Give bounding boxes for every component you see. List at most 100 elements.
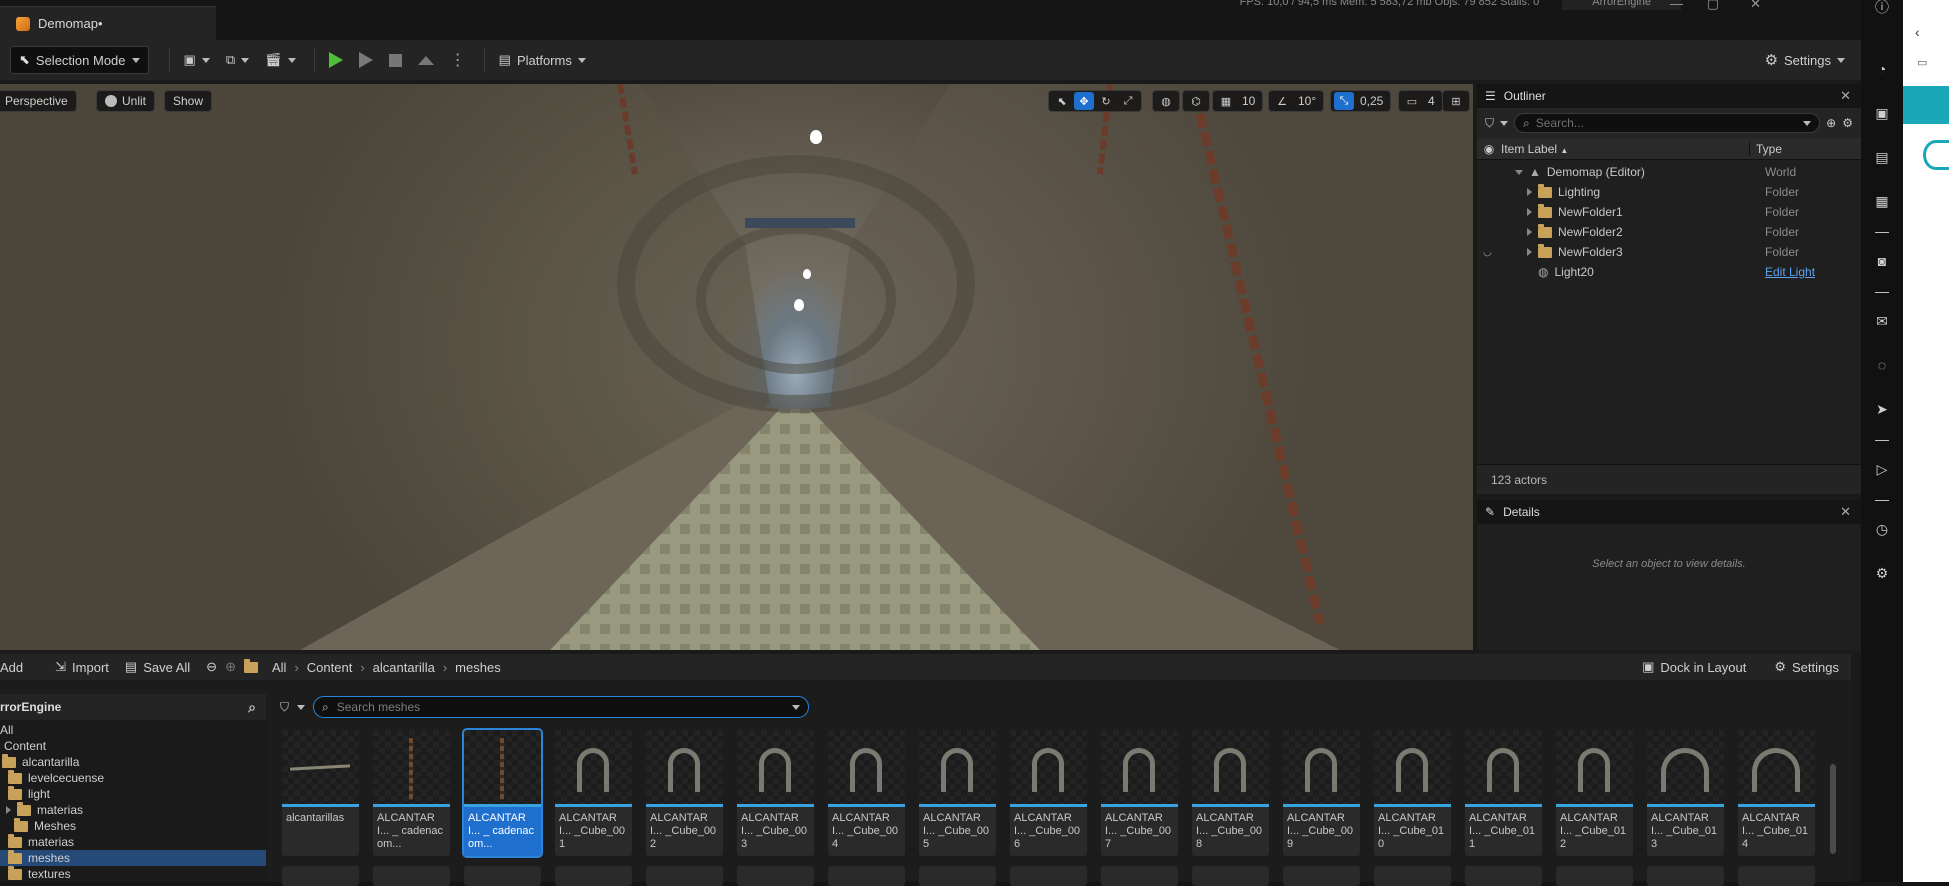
type-column[interactable]: Type	[1749, 141, 1782, 156]
platforms-dropdown[interactable]: ▤ Platforms	[491, 46, 594, 74]
expand-arrow-icon[interactable]	[1527, 248, 1532, 256]
details-tab[interactable]: ✎ Details ✕	[1477, 500, 1861, 524]
eject-button[interactable]	[410, 46, 442, 74]
asset-tile[interactable]: ALCANTARI... _Cube_004	[828, 730, 905, 856]
gear-icon[interactable]: ⚙	[1873, 564, 1891, 582]
asset-tile[interactable]: ALCANTARI... _Cube_008	[1192, 730, 1269, 856]
asset-search-input[interactable]: ⌕ Search meshes	[313, 696, 810, 718]
asset-tile[interactable]	[1556, 866, 1633, 886]
globe-icon[interactable]: ◍	[1156, 92, 1176, 110]
asset-tile[interactable]	[555, 866, 632, 886]
toolbar-settings-button[interactable]: ⚙ Settings	[1757, 46, 1853, 74]
play-options-button[interactable]: ⋮	[442, 46, 474, 74]
tree-item-alcantarilla[interactable]: alcantarilla	[0, 753, 266, 770]
surface-snap-icon[interactable]: ⌬	[1186, 92, 1206, 110]
asset-tile[interactable]	[737, 866, 814, 886]
asset-tile[interactable]: ALCANTARI... _Cube_009	[1283, 730, 1360, 856]
import-button[interactable]: ⇲ Import	[47, 659, 117, 675]
asset-tile[interactable]	[1465, 866, 1542, 886]
light-sprite-icon[interactable]	[803, 269, 811, 279]
blueprints-button[interactable]: ⧉	[218, 46, 257, 74]
asset-tile[interactable]	[828, 866, 905, 886]
expand-arrow-icon[interactable]	[6, 806, 11, 814]
asset-tile[interactable]: ALCANTARI... _Cube_010	[1374, 730, 1451, 856]
tree-item-materias-2[interactable]: materias	[0, 833, 266, 850]
advance-frame-button[interactable]	[351, 46, 381, 74]
tree-item-all[interactable]: All	[0, 722, 266, 738]
info-icon[interactable]: ⓘ	[1873, 0, 1891, 16]
asset-tile[interactable]: ALCANTARI... _Cube_007	[1101, 730, 1178, 856]
stop-button[interactable]	[381, 46, 410, 74]
asset-tile[interactable]: ALCANTARI... _Cube_006	[1010, 730, 1087, 856]
asset-tile[interactable]: ALCANTARI... _Cube_014	[1738, 730, 1815, 856]
outliner-row-newfolder1[interactable]: NewFolder1 Folder	[1477, 202, 1861, 222]
box-icon[interactable]: ▦	[1873, 192, 1891, 210]
light-sprite-icon[interactable]	[810, 130, 822, 144]
messenger-icon[interactable]: ✉	[1873, 312, 1891, 330]
tree-item-materias[interactable]: materias	[0, 801, 266, 818]
filter-icon[interactable]: ⛉	[280, 700, 289, 715]
outliner-search-input[interactable]: ⌕ Search...	[1514, 113, 1821, 133]
breadcrumb-all[interactable]: All	[272, 660, 286, 675]
chevron-down-icon[interactable]	[1500, 120, 1509, 126]
save-all-button[interactable]: ▤ Save All	[117, 659, 198, 675]
asset-tile[interactable]	[1192, 866, 1269, 886]
selection-mode-dropdown[interactable]: ⬉ Selection Mode	[10, 46, 149, 74]
minimize-icon[interactable]: —	[1670, 0, 1683, 11]
asset-tile[interactable]	[1374, 866, 1451, 886]
item-label-column[interactable]: Item Label ▲	[1501, 142, 1749, 156]
tree-item-light[interactable]: light	[0, 785, 266, 802]
asset-tile[interactable]	[1647, 866, 1724, 886]
search-icon[interactable]: ⌕	[248, 699, 256, 716]
tree-item-textures[interactable]: textures	[0, 865, 266, 882]
twitch-icon[interactable]: ▤	[1873, 148, 1891, 166]
filter-icon[interactable]: ⛉	[1485, 116, 1494, 131]
asset-tile[interactable]: ALCANTARI... _Cube_005	[919, 730, 996, 856]
eye-icon[interactable]: ◉	[1477, 142, 1501, 156]
light-sprite-icon[interactable]	[794, 299, 804, 311]
asset-tile[interactable]: ALCANTARI... _Cube_003	[737, 730, 814, 856]
document-tab[interactable]: Demomap•	[0, 6, 216, 40]
show-button[interactable]: Show	[164, 90, 213, 112]
close-icon[interactable]: ✕	[1840, 504, 1851, 520]
hidden-eye-icon[interactable]: ◡	[1483, 247, 1492, 258]
briefcase-icon[interactable]: ▣	[1873, 104, 1891, 122]
tree-item-meshes[interactable]: meshes	[0, 849, 266, 866]
scale-snap[interactable]: ⤡ 0,25	[1330, 90, 1392, 112]
asset-tile[interactable]: ALCANTARI... _ cadenacom...	[373, 730, 450, 856]
breadcrumb-alcantarilla[interactable]: alcantarilla	[373, 660, 435, 675]
play-circle-icon[interactable]: ▷	[1873, 460, 1891, 478]
cinematics-button[interactable]: 🎬︎	[257, 46, 304, 74]
asset-tile[interactable]	[646, 866, 723, 886]
asset-tile[interactable]	[1283, 866, 1360, 886]
perspective-button[interactable]: Perspective	[0, 90, 77, 112]
outliner-tab[interactable]: ☰ Outliner ✕	[1477, 84, 1861, 108]
viewport-layout[interactable]: ⊞	[1442, 90, 1470, 112]
history-back-button[interactable]: ⊖	[198, 659, 225, 675]
asset-tile[interactable]	[464, 866, 541, 886]
instagram-icon[interactable]: ◙	[1873, 252, 1891, 270]
rotation-snap[interactable]: ∠ 10°	[1268, 90, 1325, 112]
asset-tile[interactable]	[1101, 866, 1178, 886]
breadcrumb-meshes[interactable]: meshes	[455, 660, 501, 675]
asset-tile[interactable]	[373, 866, 450, 886]
add-actor-button[interactable]: ▣	[176, 46, 218, 74]
folder-outline-icon[interactable]: ▭	[1917, 56, 1927, 69]
asset-tile[interactable]: ALCANTARI... _Cube_001	[555, 730, 632, 856]
asset-tile[interactable]	[282, 866, 359, 886]
telegram-icon[interactable]: ➤	[1873, 400, 1891, 418]
outliner-row-light20[interactable]: ◍ Light20 Edit Light	[1477, 262, 1861, 282]
expand-arrow-icon[interactable]	[1527, 188, 1532, 196]
asset-tile[interactable]	[1738, 866, 1815, 886]
tree-item-meshes-upper[interactable]: Meshes	[0, 817, 266, 834]
grid-snap[interactable]: ▦ 10	[1212, 90, 1264, 112]
whatsapp-icon[interactable]: ◌	[1873, 356, 1891, 374]
asset-scrollbar[interactable]	[1830, 764, 1836, 854]
asset-tile[interactable]: ALCANTARI... _Cube_013	[1647, 730, 1724, 856]
scale-tool-icon[interactable]: ⤢	[1118, 92, 1138, 110]
speedometer-icon[interactable]: ◔	[1873, 60, 1891, 78]
project-root-label[interactable]: rrorEngine	[0, 700, 61, 714]
maximize-icon[interactable]: ▢	[1707, 0, 1719, 12]
asset-tile[interactable]	[919, 866, 996, 886]
folder-root-button[interactable]	[236, 658, 272, 673]
